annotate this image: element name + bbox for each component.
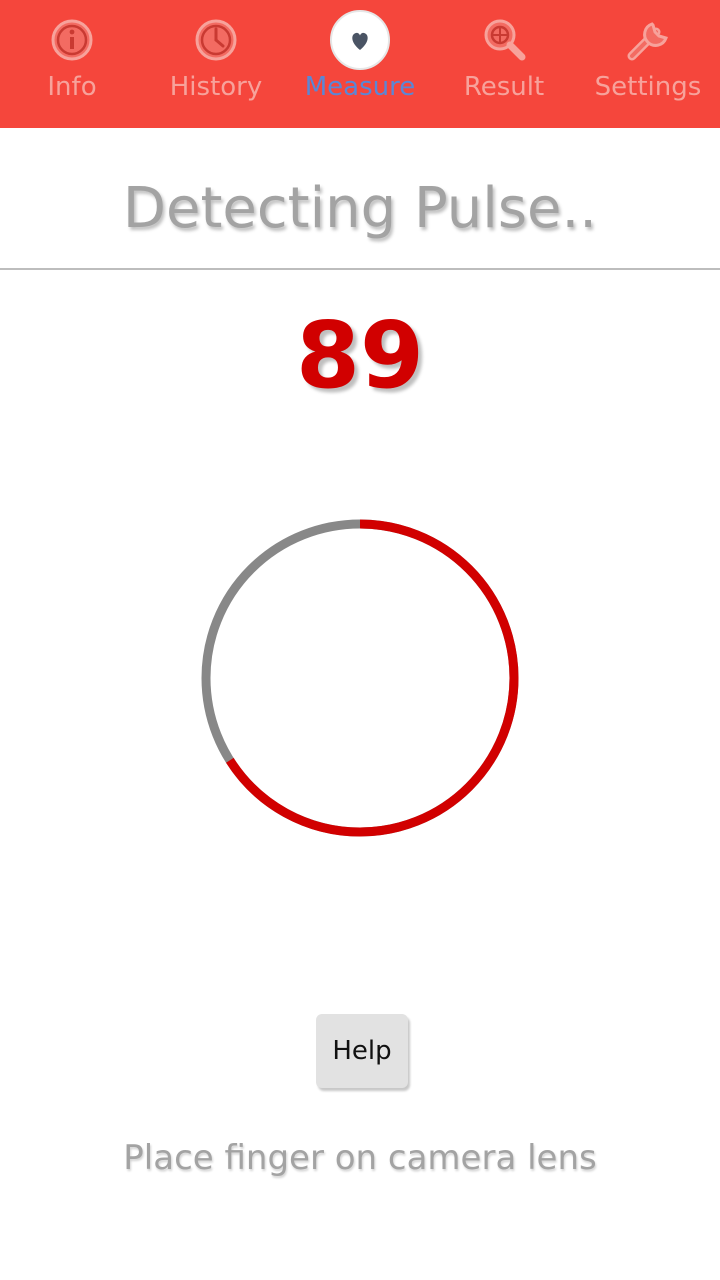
heart-icon xyxy=(330,10,390,70)
tab-settings-label: Settings xyxy=(594,72,702,102)
tab-result-label: Result xyxy=(463,72,545,102)
progress-ring xyxy=(201,519,519,837)
wrench-icon xyxy=(622,14,674,66)
tab-measure[interactable]: Measure xyxy=(288,0,432,128)
help-button[interactable]: Help xyxy=(316,1014,408,1088)
tab-measure-label: Measure xyxy=(304,72,416,102)
status-title: Detecting Pulse.. xyxy=(122,176,598,241)
tab-info[interactable]: Info xyxy=(0,0,144,128)
pulse-reading: 89 xyxy=(295,302,425,409)
tab-settings[interactable]: Settings xyxy=(576,0,720,128)
app-root: Info History Measure Result Settings Det… xyxy=(0,0,720,1280)
header-divider xyxy=(0,268,720,270)
tab-info-label: Info xyxy=(47,72,97,102)
tab-bar: Info History Measure Result Settings xyxy=(0,0,720,128)
clock-icon xyxy=(190,14,242,66)
tab-result[interactable]: Result xyxy=(432,0,576,128)
tab-history[interactable]: History xyxy=(144,0,288,128)
tab-history-label: History xyxy=(169,72,263,102)
magnifier-icon xyxy=(478,14,530,66)
info-icon xyxy=(46,14,98,66)
instruction-text: Place finger on camera lens xyxy=(123,1138,597,1178)
